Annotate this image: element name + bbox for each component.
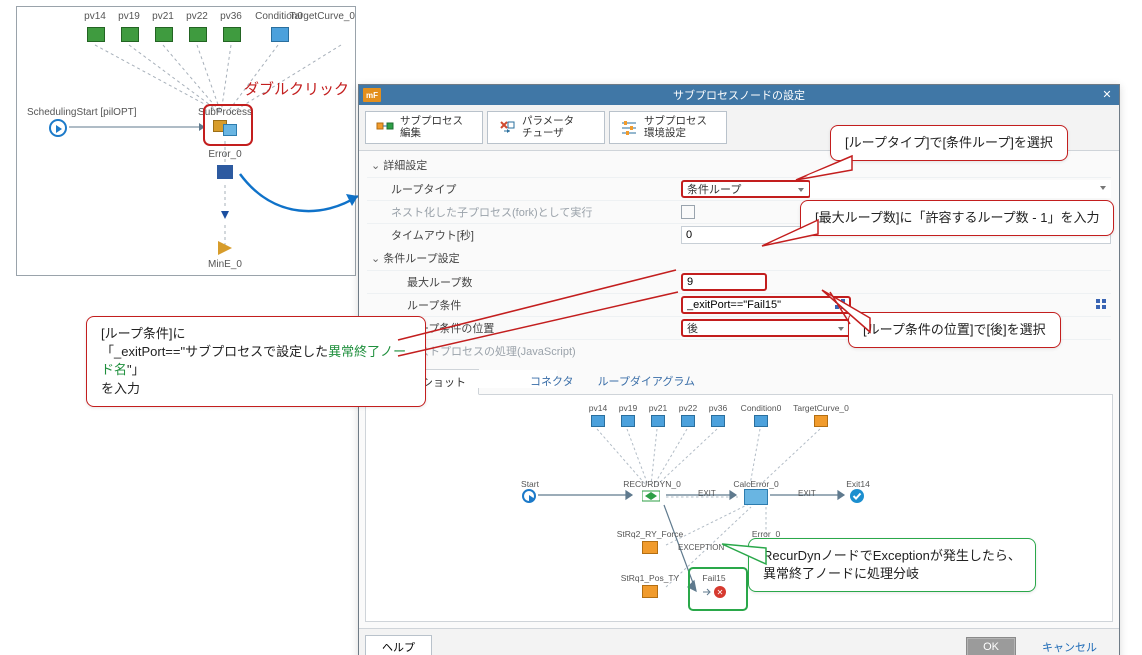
subprocess-edit-button[interactable]: サブプロセス編集 xyxy=(365,111,483,144)
pv-start-label: Start xyxy=(521,479,539,489)
minE-label: MinE_0 xyxy=(208,259,242,270)
error-label: Error_0 xyxy=(208,149,241,160)
callout-text: [ループ条件の位置]で[後]を選択 xyxy=(863,322,1046,337)
grid-icon[interactable] xyxy=(1096,299,1108,311)
pv-label: pv22 xyxy=(186,11,208,22)
dialog-title: サブプロセスノードの設定 xyxy=(359,87,1119,103)
pv-label: pv14 xyxy=(84,11,106,22)
nested-fork-label: ネスト化した子プロセス(fork)として実行 xyxy=(391,204,681,220)
loop-type-value: 条件ループ xyxy=(687,181,741,197)
pv-exit14-icon xyxy=(850,489,864,503)
callout-text-l1: [ループ条件]に xyxy=(101,325,411,343)
pv-exit-label-2: EXIT xyxy=(798,489,816,498)
pv-recurdyn-label: RECURDYN_0 xyxy=(623,479,681,489)
tb-l1: パラメータ xyxy=(522,116,574,128)
grid-icon[interactable] xyxy=(835,299,847,311)
pv-exception-label: EXCEPTION xyxy=(678,543,724,552)
pv-strq1-icon xyxy=(642,585,658,598)
pv-strq2-icon xyxy=(642,541,658,554)
tb-l2: 編集 xyxy=(400,128,463,140)
loop-cond-pos-value: 後 xyxy=(687,320,698,336)
subprocess-highlight xyxy=(203,104,253,146)
condition-node-icon[interactable] xyxy=(271,27,289,42)
env-settings-icon xyxy=(620,119,638,137)
pv-strq2-label: StRq2_RY_Force xyxy=(617,529,683,539)
pv-calcerror-icon xyxy=(744,489,768,505)
callout-loop-pos: [ループ条件の位置]で[後]を選択 xyxy=(848,312,1061,348)
callout-max-loop: [最大ループ数]に「許容するループ数 - 1」を入力 xyxy=(800,200,1114,236)
loop-cond-label: ループ条件 xyxy=(407,297,681,313)
timeout-label: タイムアウト[秒] xyxy=(391,227,681,243)
loop-settings-section-header[interactable]: 条件ループ設定 xyxy=(367,246,1111,270)
subprocess-env-button[interactable]: サブプロセス環境設定 xyxy=(609,111,727,144)
callout-text-l1: RecurDynノードでExceptionが発生したら、 xyxy=(763,547,1021,565)
callout-exception-branch: RecurDynノードでExceptionが発生したら、 異常終了ノードに処理分… xyxy=(748,538,1036,592)
loop-type-label: ループタイプ xyxy=(391,181,681,197)
fail15-highlight xyxy=(688,567,748,611)
callout-text: [最大ループ数]に「許容するループ数 - 1」を入力 xyxy=(815,210,1099,225)
param-chooser-icon xyxy=(498,119,516,137)
minE-node-icon[interactable] xyxy=(218,241,232,255)
start-node-icon[interactable] xyxy=(49,119,67,137)
row-loop-type: ループタイプ 条件ループ xyxy=(367,177,1111,200)
tab-connector[interactable]: コネクタ xyxy=(518,369,586,395)
pv-label: pv21 xyxy=(152,11,174,22)
help-button[interactable]: ヘルプ xyxy=(365,635,432,655)
callout-text-l3: を入力 xyxy=(101,380,411,398)
callout-loop-type: [ループタイプ]で[条件ループ]を選択 xyxy=(830,125,1068,161)
row-max-loop: 最大ループ数 xyxy=(367,270,1111,293)
pv-node-icon[interactable] xyxy=(223,27,241,42)
error-node-icon[interactable] xyxy=(217,165,233,179)
loop-cond-pos-label: ループ条件の位置 xyxy=(407,320,681,336)
pv-label: pv36 xyxy=(220,11,242,22)
pv-recurdyn-icon xyxy=(642,489,660,503)
loop-cond-pos-select[interactable]: 後 xyxy=(681,319,851,337)
max-loop-input[interactable] xyxy=(681,273,767,291)
tc-label: TargetCurve_0 xyxy=(289,11,355,22)
tb-l2: 環境設定 xyxy=(644,128,707,140)
callout-text: [ループタイプ]で[条件ループ]を選択 xyxy=(845,135,1053,150)
workflow-graph-panel: pv14 pv19 pv21 pv22 pv36 Condition0 Targ… xyxy=(16,6,356,276)
tb-l1: サブプロセス xyxy=(400,116,463,128)
pv-strq1-label: StRq1_Pos_TY xyxy=(621,573,680,583)
pv-exit-label-1: EXIT xyxy=(698,489,716,498)
dialog-button-bar: ヘルプ OK キャンセル xyxy=(359,628,1119,655)
pv-node-icon[interactable] xyxy=(87,27,105,42)
tab-loop-diagram[interactable]: ループダイアグラム xyxy=(586,369,707,395)
loop-type-select[interactable]: 条件ループ xyxy=(681,180,811,198)
tb-l1: サブプロセス xyxy=(644,116,707,128)
loop-cond-input[interactable] xyxy=(681,296,851,314)
pv-exit14-label: Exit14 xyxy=(846,479,870,489)
pv-start-icon xyxy=(522,489,536,503)
double-click-annotation: ダブルクリック xyxy=(244,78,349,99)
dialog-title-bar[interactable]: mF サブプロセスノードの設定 ✕ xyxy=(359,85,1119,105)
app-badge-icon: mF xyxy=(363,88,381,102)
pv-node-icon[interactable] xyxy=(189,27,207,42)
graph-edges xyxy=(17,7,355,275)
cancel-button[interactable]: キャンセル xyxy=(1026,636,1113,655)
callout-text-l2a: 「_exitPort=="サブプロセスで設定した xyxy=(101,344,328,359)
pv-node-icon[interactable] xyxy=(155,27,173,42)
ok-button[interactable]: OK xyxy=(966,637,1016,655)
tb-l2: チューザ xyxy=(522,128,574,140)
flow-edit-icon xyxy=(376,119,394,137)
postproc-label: ポストプロセスの処理(JavaScript) xyxy=(407,343,681,359)
pv-label: pv19 xyxy=(118,11,140,22)
pv-node-icon[interactable] xyxy=(121,27,139,42)
callout-loop-cond: [ループ条件]に 「_exitPort=="サブプロセスで設定した異常終了ノード… xyxy=(86,316,426,407)
close-icon[interactable]: ✕ xyxy=(1099,87,1115,103)
callout-text-l2c: "」 xyxy=(127,362,145,377)
pv-calcerror-label: CalcError_0 xyxy=(733,479,778,489)
tab-bar: スナップショット ノード コネクタ ループダイアグラム xyxy=(365,368,1113,395)
parameter-chooser-button[interactable]: パラメータチューザ xyxy=(487,111,605,144)
down-arrow-icon xyxy=(218,209,232,223)
callout-text-l2: 異常終了ノードに処理分岐 xyxy=(763,565,1021,583)
max-loop-label: 最大ループ数 xyxy=(407,274,681,290)
schedstart-label: SchedulingStart [pilOPT] xyxy=(27,107,137,118)
nested-fork-checkbox[interactable] xyxy=(681,205,695,219)
